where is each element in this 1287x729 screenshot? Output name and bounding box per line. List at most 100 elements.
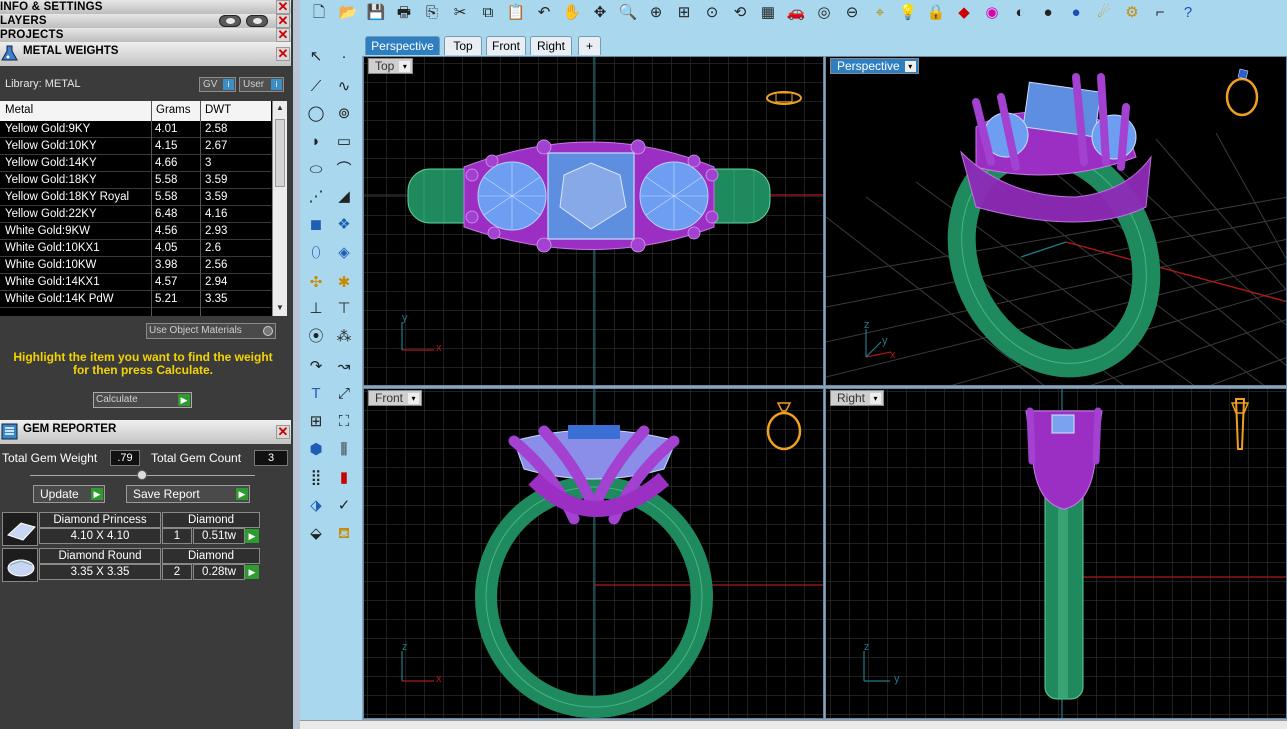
layers-icon[interactable]: ◆ [953,2,975,24]
dropdown-icon[interactable]: ▾ [408,393,420,404]
viewport-top[interactable]: x y Top ▾ [363,56,824,386]
rotate-view-icon[interactable]: ⟲ [729,2,751,24]
select-arrow-icon[interactable]: ↖ [304,46,328,68]
curve-icon[interactable]: ∿ [332,76,356,98]
rectangle-icon[interactable]: ▭ [332,131,356,153]
zoom-selected-icon[interactable]: ⊙ [701,2,723,24]
align-icon[interactable]: ⊞ [304,411,328,433]
four-viewports-icon[interactable]: ▦ [757,2,779,24]
new-file-icon[interactable]: 🗋 [308,2,330,24]
pan-hand-icon[interactable]: ✋ [561,2,583,24]
scrollbar-thumb[interactable] [275,119,285,187]
shaded-sphere-icon[interactable]: ● [1037,2,1059,24]
metal-table-scrollbar[interactable]: ▲ ▼ [272,101,287,316]
save-icon[interactable]: 💾 [365,2,387,24]
car-icon[interactable]: 🚗 [785,2,807,24]
viewport-label-front[interactable]: Front ▾ [368,390,423,406]
column-header-metal[interactable]: Metal [5,104,33,116]
extrude-icon[interactable]: ⬗ [304,495,328,517]
gem-row[interactable]: Diamond Princess Diamond 4.10 X 4.10 1 0… [2,512,260,546]
panel-splitter[interactable] [293,0,300,729]
column-header-grams[interactable]: Grams [156,104,191,116]
table-row[interactable]: Yellow Gold:22KY 6.48 4.16 [0,206,271,223]
ellipse-icon[interactable]: ⬭ [304,159,328,181]
table-row[interactable]: White Gold:14KX1 4.57 2.94 [0,274,271,291]
viewport-perspective[interactable]: x y z Perspective ▾ [825,56,1287,386]
zoom-window-icon[interactable]: ⊕ [645,2,667,24]
table-row[interactable]: White Gold:10KW 3.98 2.56 [0,257,271,274]
edit-points-icon[interactable]: ⋰ [304,186,328,208]
fillet-icon[interactable]: ⌒ [332,159,356,181]
cut-icon[interactable]: ✂ [449,2,471,24]
table-row[interactable]: White Gold:14K PdW 5.21 3.35 [0,291,271,308]
table-row[interactable]: Yellow Gold:18KY Royal 5.58 3.59 [0,189,271,206]
zoom-extents-icon[interactable]: ⊞ [673,2,695,24]
viewport-label-perspective[interactable]: Perspective ▾ [830,58,919,74]
ruler-icon[interactable]: ▮ [332,467,356,489]
open-folder-icon[interactable]: 📂 [337,2,359,24]
tab-top[interactable]: Top [444,36,482,55]
close-icon[interactable]: ✕ [276,14,290,28]
set-view-icon[interactable]: ◎ [813,2,835,24]
add-tab-button[interactable]: + [578,36,601,55]
gv-button[interactable]: GV i [199,77,236,92]
viewport-right[interactable]: y z Right ▾ [825,388,1287,719]
boolean-icon[interactable]: ❖ [332,214,356,236]
bucket-icon[interactable]: ⛾ [332,523,356,545]
group-icon[interactable]: ⦿ [304,326,328,348]
close-icon[interactable]: ✕ [276,47,290,61]
settings-gear-icon[interactable]: ⚙ [1121,2,1143,24]
dropdown-icon[interactable]: ▾ [904,61,916,72]
table-row[interactable]: White Gold:9KW 4.56 2.93 [0,223,271,240]
explode-icon[interactable]: ✱ [332,272,356,294]
gem-slider[interactable] [30,470,255,480]
color-wheel-icon[interactable]: ◉ [981,2,1003,24]
layers-eye-toggle-icon[interactable] [219,15,241,27]
scroll-up-icon[interactable]: ▲ [276,103,284,112]
table-row[interactable]: Yellow Gold:14KY 4.66 3 [0,155,271,172]
viewport-label-right[interactable]: Right ▾ [830,390,885,406]
solid-icon[interactable]: ⬢ [304,439,328,461]
paste-icon[interactable]: 📋 [505,2,527,24]
undo-icon[interactable]: ↶ [533,2,555,24]
info-settings-header[interactable]: INFO & SETTINGS ✕ [0,0,291,14]
arc-icon[interactable]: ◗ [304,131,328,153]
zoom-icon[interactable]: 🔍 [617,2,639,24]
grid-array-icon[interactable]: ⣿ [304,467,328,489]
circle-center-icon[interactable]: ⊚ [332,103,356,125]
tab-perspective[interactable]: Perspective [365,36,440,55]
scale-icon[interactable]: ⤢ [332,383,356,405]
slider-knob[interactable] [137,470,147,480]
pave-icon[interactable]: ⫼ [332,439,356,461]
save-report-button[interactable]: Save Report ▶ [126,485,250,503]
light-bulb-icon[interactable]: 💡 [897,2,919,24]
table-row[interactable]: Yellow Gold:10KY 4.15 2.67 [0,138,271,155]
cylinder-icon[interactable]: ⬯ [304,242,328,264]
column-header-dwt[interactable]: DWT [205,104,231,116]
text-icon[interactable]: T [304,383,328,405]
play-icon[interactable]: ▶ [245,529,259,543]
user-button[interactable]: User i [239,77,284,92]
gem-row[interactable]: Diamond Round Diamond 3.35 X 3.35 2 0.28… [2,548,260,582]
rail-icon[interactable]: ↝ [332,356,356,378]
viewport-front[interactable]: x z Front ▾ [363,388,824,719]
loft-icon[interactable]: ◈ [332,242,356,264]
layers-visibility-toggle-icon[interactable] [246,15,268,27]
use-object-materials-toggle[interactable]: Use Object Materials [146,323,276,339]
layers-header[interactable]: LAYERS ✕ [0,14,291,28]
export-icon[interactable]: ⎘ [421,2,443,24]
tab-front[interactable]: Front [486,36,526,55]
table-row[interactable]: Yellow Gold:9KY 4.01 2.58 [0,121,271,138]
dropdown-icon[interactable]: ▾ [399,61,411,72]
projects-header[interactable]: PROJECTS ✕ [0,28,291,42]
array-icon[interactable]: ⁂ [332,326,356,348]
close-icon[interactable]: ✕ [276,0,290,14]
help-icon[interactable]: ? [1177,2,1199,24]
polyline-icon[interactable]: ⟋ [304,76,328,98]
calculate-button[interactable]: Calculate ▶ [93,392,192,408]
dropdown-icon[interactable]: ▾ [870,393,882,404]
table-row[interactable]: Yellow Gold:18KY 5.58 3.59 [0,172,271,189]
copy-icon[interactable]: ⧉ [477,2,499,24]
surface-icon[interactable]: ◢ [332,186,356,208]
viewport-label-top[interactable]: Top ▾ [368,58,414,74]
